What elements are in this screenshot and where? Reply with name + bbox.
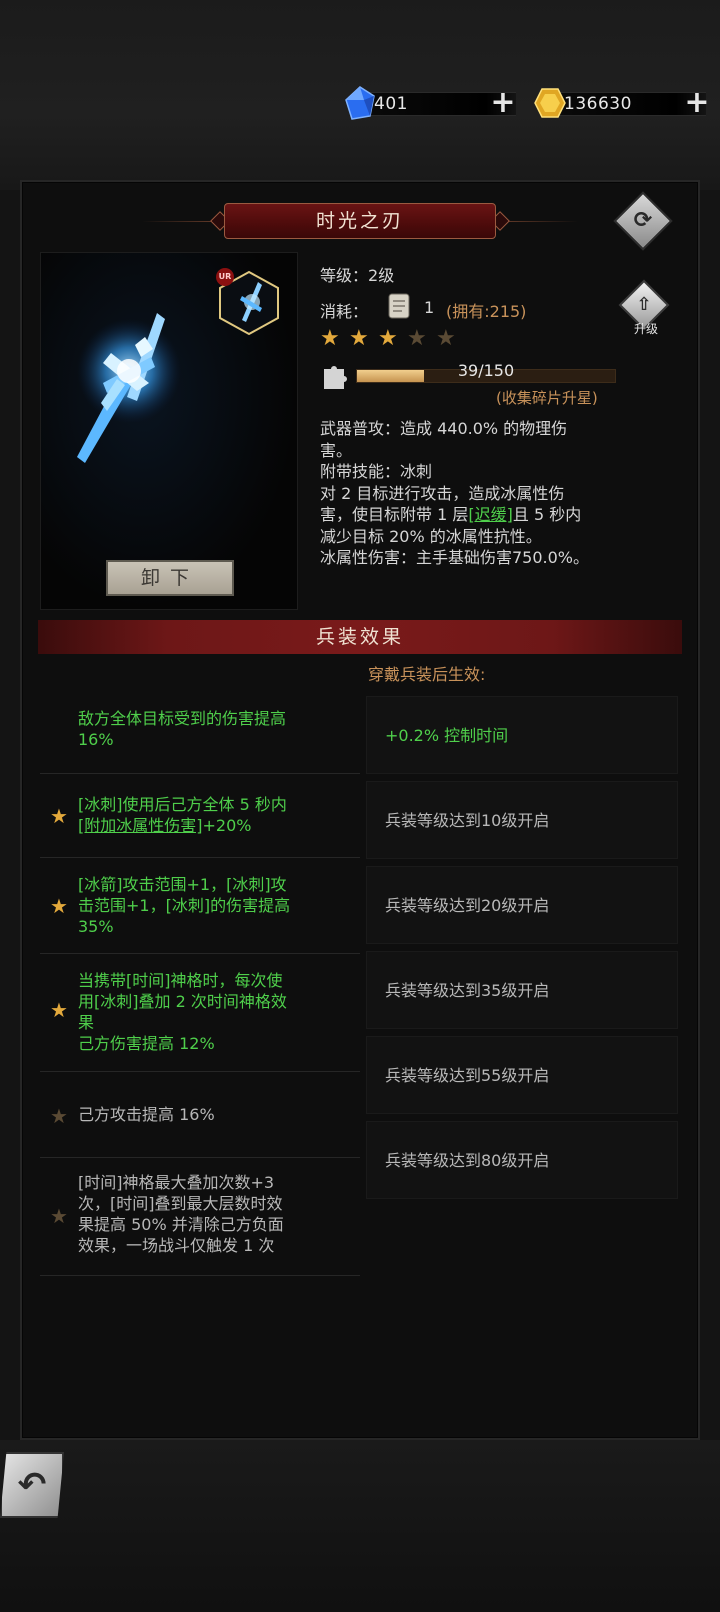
gold-amount: 136630 (564, 94, 632, 114)
gem-currency: 401 + (344, 86, 516, 120)
up-arrow-icon: ⇧ (636, 294, 652, 315)
desc-line: 冰属性伤害：主手基础伤害750.0%。 (320, 548, 590, 567)
item-description: 武器普攻：造成 440.0% 的物理伤 害。 附带技能：冰刺 对 2 目标进行攻… (320, 418, 670, 569)
effect-text: [时间]神格最大叠加次数+3 次，[时间]叠到最大层数时效 果提高 50% 并清除己… (78, 1173, 284, 1255)
effect-text: [冰刺]使用后己方全体 5 秒内 [附加冰属性伤害]+20% (78, 795, 287, 835)
effect-row: ★ 当携带[时间]神格时，每次使 用[冰刺]叠加 2 次时间神格效果己方伤害提高 … (40, 954, 360, 1072)
effect-text: 敌方全体目标受到的伤害提高 16% (78, 709, 287, 749)
cost-amount: 1 (424, 298, 435, 317)
effect-status-box: 兵装等级达到80级开启 (366, 1121, 678, 1199)
star-rating: ★ ★ ★ ★ ★ (320, 328, 465, 350)
quality-badge: UR (216, 268, 234, 286)
desc-line: 害。 (320, 440, 353, 460)
cost-label: 消耗： (320, 302, 369, 321)
effect-row: 敌方全体目标受到的伤害提高 16% (40, 690, 360, 774)
star-icon: ★ (50, 998, 68, 1022)
unequip-button[interactable]: 卸下 (106, 560, 234, 596)
desc-line: 减少目标 20% 的冰属性抗性。 (320, 526, 542, 546)
shard-progress-hint: (收集碎片升星) (496, 389, 598, 407)
star-icon: ★ (50, 894, 68, 918)
effect-row: ★ [时间]神格最大叠加次数+3 次，[时间]叠到最大层数时效 果提高 50% 并清… (40, 1158, 360, 1276)
effect-status-box: 兵装等级达到55级开启 (366, 1036, 678, 1114)
effect-row: ★ [冰刺]使用后己方全体 5 秒内 [附加冰属性伤害]+20% (40, 774, 360, 858)
puzzle-piece-icon (324, 366, 347, 389)
title-divider-right (498, 221, 578, 222)
star-icon: ★ (378, 326, 398, 351)
cost-row: 消耗： (320, 298, 368, 322)
gem-amount: 401 (374, 94, 408, 114)
star-icon: ★ (320, 326, 340, 351)
star-icon: ★ (349, 326, 369, 351)
star-empty-icon: ★ (50, 1204, 68, 1228)
swap-icon: ⟳ (633, 208, 653, 233)
effect-status-box: 兵装等级达到35级开启 (366, 951, 678, 1029)
wear-hint: 穿戴兵装后生效: (368, 665, 486, 684)
level-row: 等级：2级 (320, 262, 394, 286)
ice-damage-link[interactable]: [附加冰属性伤害] (78, 816, 203, 835)
desc-line: 害，使目标附带 1 层[迟缓]且 5 秒内 (320, 504, 670, 526)
star-empty-icon: ★ (436, 326, 456, 351)
level-label: 等级： (320, 266, 369, 285)
desc-text: 害，使目标附带 1 层 (320, 505, 469, 524)
effect-status-box: +0.2% 控制时间 (366, 696, 678, 774)
desc-text: 且 5 秒内 (512, 505, 582, 524)
back-arrow-icon: ↶ (17, 1465, 47, 1505)
bottom-background (0, 1440, 720, 1612)
effect-text: 己方攻击提高 16% (78, 1105, 215, 1124)
equipment-effects-header: 兵装效果 (38, 620, 682, 654)
effect-row: ★ 己方攻击提高 16% (40, 1072, 360, 1158)
add-gold-button[interactable]: + (684, 88, 710, 118)
desc-line: 对 2 目标进行攻击，造成冰属性伤 (320, 483, 565, 503)
desc-line: 武器普攻：造成 440.0% 的物理伤 (320, 419, 568, 438)
shard-progress-text: 39/150 (457, 361, 515, 380)
star-empty-icon: ★ (407, 326, 427, 351)
slow-effect-link[interactable]: [迟缓] (468, 505, 513, 524)
star-icon: ★ (50, 804, 68, 828)
effect-text: 当携带[时间]神格时，每次使 用[冰刺]叠加 2 次时间神格效果己方伤害提高 12… (78, 971, 287, 1053)
effect-status-box: 兵装等级达到10级开启 (366, 781, 678, 859)
item-title: 时光之刃 (224, 203, 496, 239)
effect-row: ★ [冰箭]攻击范围+1，[冰刺]攻 击范围+1，[冰刺]的伤害提高 35% (40, 858, 360, 954)
level-value: 2级 (368, 266, 395, 285)
blue-gem-icon (345, 86, 375, 120)
desc-line: 附带技能：冰刺 (320, 462, 433, 481)
owned-count: (拥有:215) (446, 302, 527, 321)
effect-status-box: 兵装等级达到20级开启 (366, 866, 678, 944)
scroll-icon (388, 293, 410, 319)
add-gems-button[interactable]: + (490, 88, 516, 118)
effect-text: [冰箭]攻击范围+1，[冰刺]攻 击范围+1，[冰刺]的伤害提高 35% (78, 875, 291, 936)
upgrade-label: 升级 (633, 322, 658, 336)
back-button[interactable]: ↶ (0, 1452, 64, 1518)
star-empty-icon: ★ (50, 1104, 68, 1128)
gold-gem-icon (534, 88, 566, 118)
gold-currency: 136630 + (534, 88, 714, 118)
